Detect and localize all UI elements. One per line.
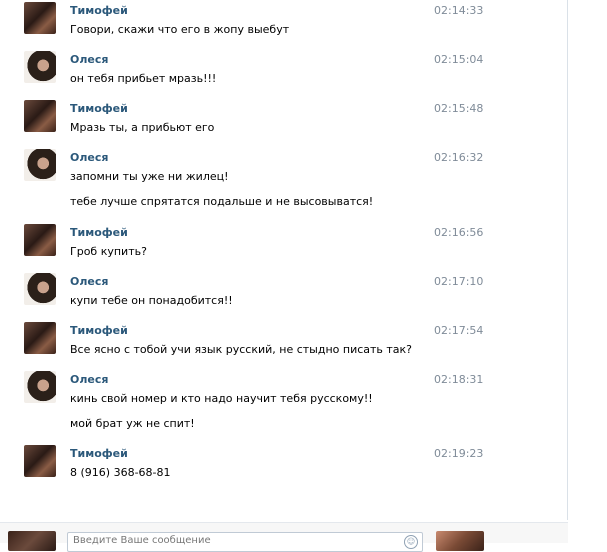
message-time: 02:16:32 [434, 151, 484, 164]
own-avatar[interactable] [8, 531, 56, 551]
message-text: запомни ты уже ни жилец! [70, 170, 229, 183]
message-time: 02:15:04 [434, 53, 484, 66]
message-author[interactable]: Тимофей [70, 324, 128, 337]
avatar[interactable] [24, 322, 56, 354]
message-author[interactable]: Тимофей [70, 226, 128, 239]
message-time: 02:16:56 [434, 226, 484, 239]
message-text: кинь свой номер и кто надо научит тебя р… [70, 392, 373, 405]
message-text: Все ясно с тобой учи язык русский, не ст… [70, 343, 413, 356]
avatar[interactable] [24, 149, 56, 181]
message-author[interactable]: Олеся [70, 373, 108, 386]
avatar[interactable] [24, 445, 56, 477]
message-author[interactable]: Тимофей [70, 447, 128, 460]
avatar[interactable] [24, 224, 56, 256]
avatar[interactable] [24, 2, 56, 34]
avatar[interactable] [24, 100, 56, 132]
message-text: Говори, скажи что его в жопу выебут [70, 23, 290, 36]
message-time: 02:15:48 [434, 102, 484, 115]
smile-icon[interactable]: ☺ [404, 535, 418, 549]
avatar[interactable] [24, 371, 56, 403]
message-text: мой брат уж не спит! [70, 417, 195, 430]
message-text: купи тебе он понадобится!! [70, 294, 233, 307]
message-text: Мразь ты, а прибьют его [70, 121, 215, 134]
message-text: он тебя прибьет мразь!!! [70, 72, 217, 85]
message-text: 8 (916) 368-68-81 [70, 466, 171, 479]
avatar[interactable] [24, 273, 56, 305]
message-input[interactable]: Введите Ваше сообщение [67, 532, 423, 552]
message-author[interactable]: Олеся [70, 275, 108, 288]
right-panel [568, 0, 607, 542]
message-time: 02:19:23 [434, 447, 484, 460]
message-author[interactable]: Олеся [70, 151, 108, 164]
message-text: Гроб купить? [70, 245, 147, 258]
message-author[interactable]: Тимофей [70, 102, 128, 115]
message-time: 02:14:33 [434, 4, 484, 17]
message-time: 02:17:54 [434, 324, 484, 337]
chat-history: Тимофей 02:14:33 Говори, скажи что его в… [0, 0, 568, 542]
message-time: 02:17:10 [434, 275, 484, 288]
message-author[interactable]: Олеся [70, 53, 108, 66]
message-time: 02:18:31 [434, 373, 484, 386]
avatar[interactable] [24, 51, 56, 83]
peer-avatar[interactable] [436, 531, 484, 551]
message-text: тебе лучше спрятатся подальше и не высов… [70, 195, 374, 208]
message-author[interactable]: Тимофей [70, 4, 128, 17]
message-composer: Введите Ваше сообщение ☺ [0, 522, 568, 552]
